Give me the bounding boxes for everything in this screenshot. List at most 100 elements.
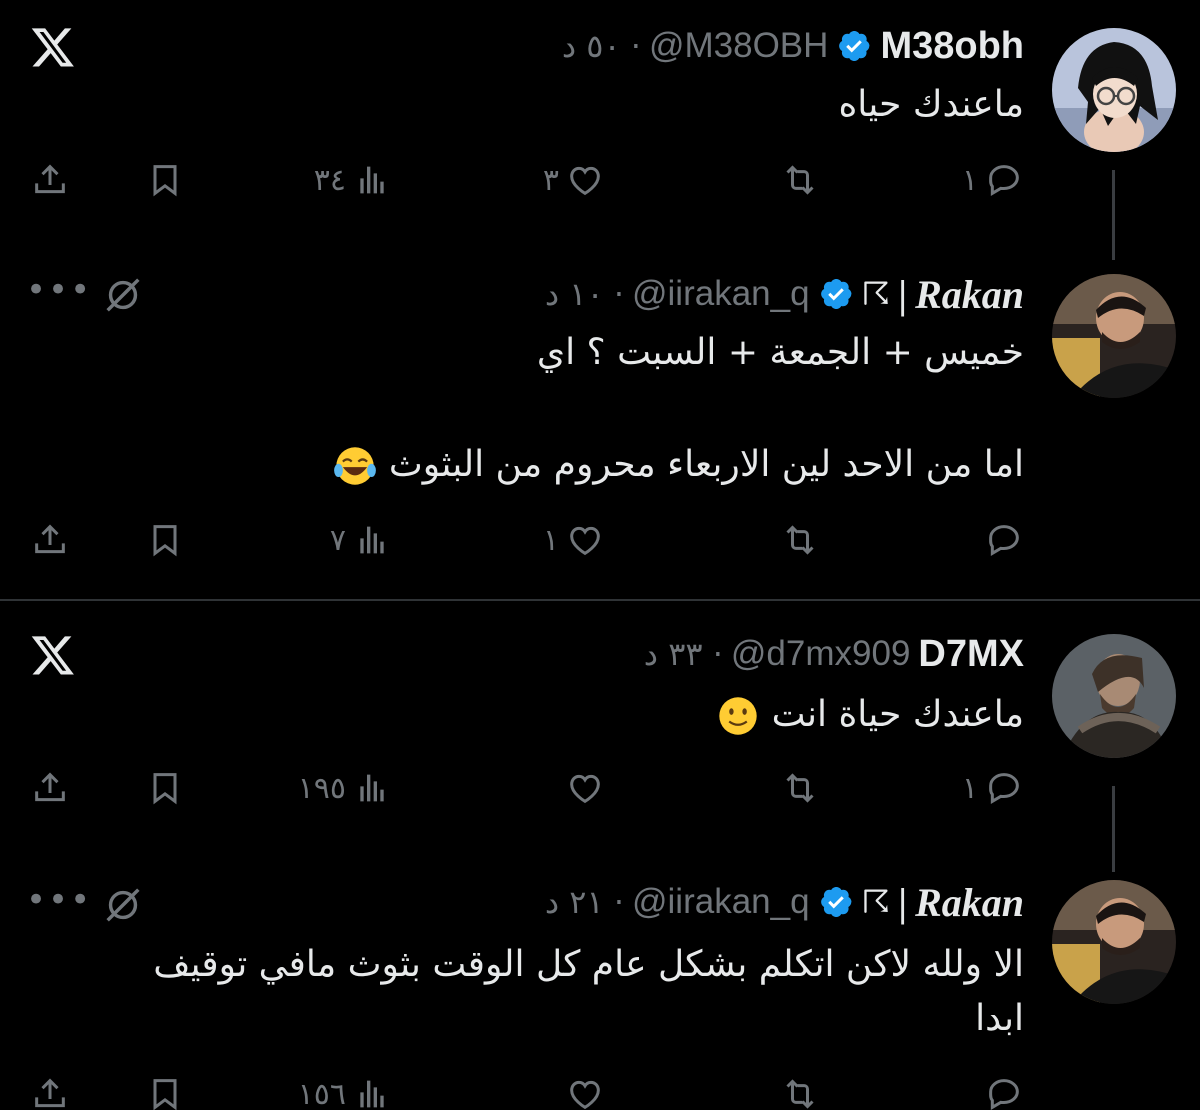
share-button[interactable] — [30, 510, 70, 570]
views-button[interactable]: ١٩٥ — [298, 758, 392, 818]
avatar[interactable] — [1052, 634, 1176, 758]
like-count: ٣ — [542, 162, 559, 198]
more-icon[interactable]: ••• — [26, 270, 92, 310]
action-bar: ١ ٧ — [0, 510, 1200, 570]
avatar-anime-girl-image — [1052, 28, 1176, 152]
like-button[interactable] — [559, 1064, 605, 1110]
post-text: ماعندك حياة انت — [716, 690, 1024, 740]
action-bar: ١ ٣ ٣٤ — [0, 150, 1200, 210]
bookmark-icon — [153, 165, 177, 197]
share-button[interactable] — [30, 758, 70, 818]
more-icon[interactable]: ••• — [26, 880, 92, 920]
share-icon — [35, 524, 65, 554]
reply-count: ١ — [961, 770, 978, 806]
display-name[interactable]: D7MX — [918, 633, 1024, 676]
avatar-man-photo — [1052, 274, 1176, 398]
bookmark-button[interactable] — [145, 150, 185, 210]
retweet-icon — [786, 525, 814, 555]
like-button[interactable]: ٣ — [543, 150, 605, 210]
display-name[interactable]: Rakan — [915, 879, 1024, 926]
x-logo-icon[interactable] — [30, 632, 76, 678]
share-button[interactable] — [30, 1064, 70, 1110]
bookmark-button[interactable] — [145, 758, 185, 818]
views-button[interactable]: ٧ — [330, 510, 392, 570]
divider — [0, 599, 1200, 601]
views-icon — [360, 1080, 384, 1108]
reply-button[interactable]: ١ — [962, 758, 1024, 818]
bookmark-icon — [153, 773, 177, 805]
bookmark-button[interactable] — [145, 510, 185, 570]
reply-icon — [989, 525, 1019, 556]
reply-header: Rakan | ☈ @iirakan_q · ١٠ د — [545, 270, 1024, 318]
share-button[interactable] — [30, 150, 70, 210]
reply-text-line1: خميس + الجمعة + السبت ؟ اي — [536, 332, 1024, 373]
display-name[interactable]: Rakan — [915, 271, 1024, 318]
bookmark-button[interactable] — [145, 1064, 185, 1110]
handle[interactable]: @iirakan_q — [632, 882, 810, 922]
like-icon — [570, 1080, 600, 1110]
reply-text-line1: الا ولله لاكن اتكلم بشكل عام كل الوقت بث… — [153, 944, 1024, 985]
post-text-content: ماعندك حياة انت — [771, 694, 1024, 735]
reply-button[interactable] — [978, 1064, 1024, 1110]
reply-text-line2: ابدا — [975, 998, 1024, 1039]
display-name[interactable]: M38obh — [880, 25, 1024, 68]
timeline: M38obh @M38OBH · ٥٠ د ماعندك حياه ١ ٣ ٣٤ — [0, 0, 1200, 1110]
views-icon — [360, 526, 384, 554]
action-bar: ١ ١٩٥ — [0, 758, 1200, 818]
retweet-button[interactable] — [780, 150, 820, 210]
like-button[interactable]: ١ — [543, 510, 605, 570]
action-bar: ١٥٦ — [0, 1064, 1200, 1110]
timestamp[interactable]: · ٣٣ د — [644, 635, 723, 673]
like-count: ١ — [542, 522, 559, 558]
avatar-bearded-man-image — [1052, 634, 1176, 758]
like-icon — [570, 526, 600, 556]
muted-icon[interactable] — [100, 882, 146, 928]
timestamp[interactable]: · ٢١ د — [545, 883, 624, 921]
views-count: ٣٤ — [313, 162, 346, 198]
handle[interactable]: @M38OBH — [649, 26, 828, 66]
handle[interactable]: @d7mx909 — [731, 634, 911, 674]
bookmark-icon — [153, 525, 177, 557]
views-count: ٧ — [329, 522, 346, 558]
post-header: D7MX @d7mx909 · ٣٣ د — [644, 630, 1024, 678]
laughing-emoji-icon — [334, 447, 377, 485]
retweet-icon — [786, 1079, 814, 1109]
avatar-man-photo — [1052, 880, 1176, 1004]
muted-icon[interactable] — [100, 272, 146, 318]
avatar[interactable] — [1052, 28, 1176, 152]
retweet-button[interactable] — [780, 1064, 820, 1110]
avatar[interactable] — [1052, 274, 1176, 398]
retweet-button[interactable] — [780, 758, 820, 818]
views-button[interactable]: ٣٤ — [314, 150, 392, 210]
like-button[interactable] — [559, 758, 605, 818]
x-logo-icon[interactable] — [30, 24, 76, 70]
views-button[interactable]: ١٥٦ — [298, 1064, 392, 1110]
retweet-button[interactable] — [780, 510, 820, 570]
bookmark-icon — [153, 1079, 177, 1110]
name-separator: | — [898, 271, 908, 317]
reply-icon — [989, 773, 1019, 804]
timestamp[interactable]: · ٥٠ د — [562, 27, 641, 65]
reply-count: ١ — [961, 162, 978, 198]
post-text: ماعندك حياه — [838, 84, 1024, 125]
views-count: ١٩٥ — [297, 770, 346, 806]
timestamp[interactable]: · ١٠ د — [545, 275, 624, 313]
share-icon — [35, 772, 65, 802]
avatar[interactable] — [1052, 880, 1176, 1004]
smile-emoji-icon — [719, 697, 757, 735]
views-icon — [360, 774, 384, 802]
share-icon — [35, 1078, 65, 1108]
verified-badge-icon — [839, 31, 870, 61]
reply-button[interactable] — [978, 510, 1024, 570]
retweet-icon — [786, 773, 814, 803]
verified-badge-icon — [820, 887, 852, 917]
name-separator: | — [898, 879, 908, 925]
reply-text-line2: اما من الاحد لين الاربعاء محروم من البثو… — [333, 440, 1024, 490]
reply-icon — [989, 165, 1019, 196]
handle[interactable]: @iirakan_q — [632, 274, 810, 314]
views-count: ١٥٦ — [297, 1076, 346, 1110]
views-icon — [360, 166, 384, 194]
verified-badge-icon — [820, 279, 852, 309]
reply-button[interactable]: ١ — [962, 150, 1024, 210]
like-icon — [570, 774, 600, 804]
